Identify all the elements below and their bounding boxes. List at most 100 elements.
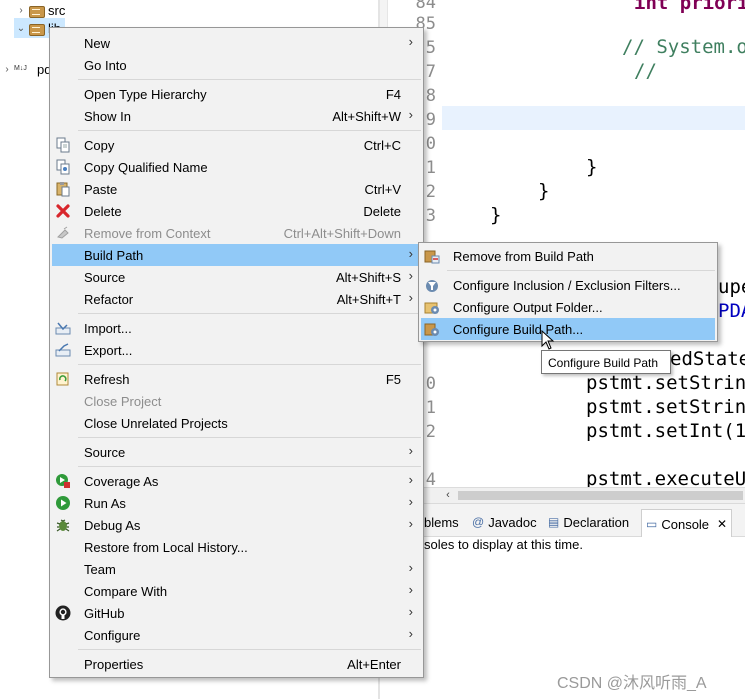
- menu-item-label: Close Unrelated Projects: [84, 416, 228, 431]
- menu-separator: [78, 79, 421, 80]
- delete-icon: [56, 204, 70, 218]
- menu-item-coverage-as[interactable]: Coverage As ›: [52, 470, 421, 492]
- menu-item-debug-as[interactable]: Debug As ›: [52, 514, 421, 536]
- menu-item-close-project[interactable]: Close Project: [52, 390, 421, 412]
- run-icon: [56, 496, 70, 510]
- code-brace: }: [586, 156, 598, 178]
- copy-qualified-icon: [56, 159, 70, 175]
- tree-item-project[interactable]: › M↓J pd: [0, 59, 51, 79]
- menu-item-github[interactable]: GitHub ›: [52, 602, 421, 624]
- close-icon[interactable]: ✕: [717, 517, 727, 531]
- menu-item-label: Show In: [84, 109, 131, 124]
- submenu-arrow-icon: ›: [408, 268, 413, 283]
- code-line: PDA: [718, 300, 745, 322]
- menu-item-source-2[interactable]: Source ›: [52, 441, 421, 463]
- chevron-down-icon[interactable]: ⌄: [14, 23, 28, 34]
- menu-item-copy-qualified-name[interactable]: Copy Qualified Name: [52, 156, 421, 178]
- console-icon: ▭: [646, 517, 658, 531]
- views-tab-bar: blems @ Javadoc ▤ Declaration ▭ Console …: [424, 503, 745, 538]
- menu-item-import[interactable]: Import...: [52, 317, 421, 339]
- menu-item-properties[interactable]: Properties Alt+Enter: [52, 653, 421, 675]
- tab-console[interactable]: ▭ Console ✕: [641, 509, 733, 538]
- submenu-arrow-icon: ›: [408, 34, 413, 49]
- export-icon: [55, 343, 71, 357]
- jar-file-icon: M↓J: [14, 65, 27, 72]
- menu-item-compare-with[interactable]: Compare With ›: [52, 580, 421, 602]
- menu-item-close-unrelated-projects[interactable]: Close Unrelated Projects: [52, 412, 421, 434]
- menu-item-source[interactable]: Source Alt+Shift+S ›: [52, 266, 421, 288]
- menu-item-configure[interactable]: Configure ›: [52, 624, 421, 646]
- menu-item-new[interactable]: New ›: [52, 32, 421, 54]
- menu-item-label: Remove from Context: [84, 226, 211, 241]
- remove-context-icon: [57, 226, 69, 239]
- submenu-arrow-icon: ›: [408, 290, 413, 305]
- tab-label: Declaration: [563, 514, 630, 530]
- current-line-highlight: [442, 106, 745, 130]
- import-icon: [55, 322, 71, 335]
- menu-item-label: Import...: [84, 321, 132, 336]
- menu-accelerator: Alt+Enter: [347, 657, 401, 672]
- menu-item-team[interactable]: Team ›: [52, 558, 421, 580]
- menu-separator: [78, 437, 421, 438]
- tree-item-src[interactable]: › src: [14, 0, 65, 20]
- menu-item-refresh[interactable]: Refresh F5: [52, 368, 421, 390]
- menu-item-run-as[interactable]: Run As ›: [52, 492, 421, 514]
- menu-accelerator: Ctrl+Alt+Shift+Down: [283, 226, 401, 241]
- copy-icon: [56, 137, 70, 153]
- menu-item-configure-inclusion-exclusion[interactable]: Configure Inclusion / Exclusion Filters.…: [421, 274, 715, 296]
- menu-item-label: Remove from Build Path: [453, 249, 594, 264]
- menu-item-delete[interactable]: Delete Delete: [52, 200, 421, 222]
- menu-accelerator: Ctrl+V: [364, 182, 401, 197]
- tab-label: Console: [661, 516, 710, 532]
- menu-item-label: Delete: [84, 204, 122, 219]
- menu-item-show-in[interactable]: Show In Alt+Shift+W ›: [52, 105, 421, 127]
- menu-item-go-into[interactable]: Go Into: [52, 54, 421, 76]
- menu-item-export[interactable]: Export...: [52, 339, 421, 361]
- watermark: CSDN @沐风听雨_A: [557, 675, 707, 692]
- menu-item-paste[interactable]: Paste Ctrl+V: [52, 178, 421, 200]
- menu-item-label: GitHub: [84, 606, 125, 621]
- code-line: pstmt.executeU: [586, 468, 745, 487]
- menu-item-label: Source: [84, 445, 126, 460]
- menu-accelerator: F4: [385, 87, 401, 102]
- menu-accelerator: Alt+Shift+W: [332, 109, 401, 124]
- tab-declaration[interactable]: ▤ Declaration: [548, 512, 629, 532]
- remove-build-path-icon: [424, 250, 440, 264]
- menu-item-label: Export...: [84, 343, 133, 358]
- submenu-arrow-icon: ›: [408, 246, 413, 261]
- menu-item-configure-output-folder[interactable]: Configure Output Folder...: [421, 296, 715, 318]
- menu-item-label: Source: [84, 270, 126, 285]
- tab-javadoc[interactable]: @ Javadoc: [472, 512, 537, 532]
- menu-item-open-type-hierarchy[interactable]: Open Type Hierarchy F4: [52, 83, 421, 105]
- menu-item-refactor[interactable]: Refactor Alt+Shift+T ›: [52, 288, 421, 310]
- coverage-icon: [56, 474, 70, 488]
- menu-separator: [78, 313, 421, 314]
- chevron-right-icon[interactable]: ›: [14, 5, 28, 16]
- menu-item-remove-from-context[interactable]: Remove from Context Ctrl+Alt+Shift+Down: [52, 222, 421, 244]
- output-folder-icon: [424, 302, 439, 314]
- menu-item-configure-build-path[interactable]: Configure Build Path...: [421, 318, 715, 340]
- menu-item-label: Go Into: [84, 58, 127, 73]
- line-number: 84: [415, 0, 436, 13]
- github-icon: [55, 605, 71, 621]
- menu-item-build-path[interactable]: Build Path ›: [52, 244, 421, 266]
- menu-separator: [78, 466, 421, 467]
- chevron-right-icon[interactable]: ›: [0, 64, 14, 75]
- package-folder-icon: [28, 21, 45, 36]
- menu-item-label: Build Path: [84, 248, 144, 263]
- mouse-pointer-icon: [541, 330, 555, 350]
- menu-item-copy[interactable]: Copy Ctrl+C: [52, 134, 421, 156]
- submenu-arrow-icon: ›: [408, 560, 413, 575]
- scrollbar-thumb[interactable]: [458, 491, 743, 500]
- scroll-left-arrow-icon[interactable]: ‹: [440, 488, 456, 504]
- menu-item-label: Refactor: [84, 292, 134, 307]
- menu-item-restore-local-history[interactable]: Restore from Local History...: [52, 536, 421, 558]
- menu-separator: [78, 130, 421, 131]
- debug-icon: [56, 519, 70, 532]
- horizontal-scrollbar[interactable]: ‹: [424, 487, 745, 503]
- menu-item-remove-from-build-path[interactable]: Remove from Build Path: [421, 245, 715, 267]
- tab-problems[interactable]: blems: [424, 512, 459, 532]
- menu-item-label: Copy Qualified Name: [84, 160, 208, 175]
- submenu-arrow-icon: ›: [408, 626, 413, 641]
- configure-build-path-icon: [424, 323, 439, 336]
